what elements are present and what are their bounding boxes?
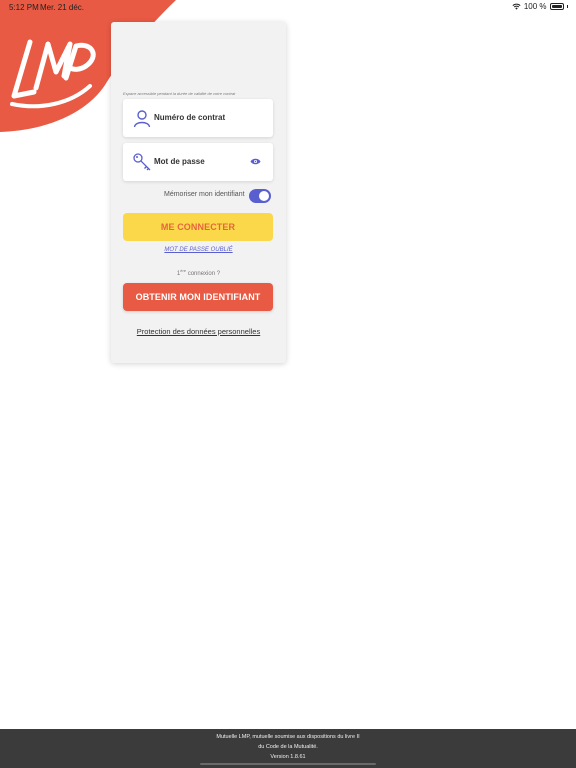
contract-number-label: Numéro de contrat [154, 113, 226, 122]
validity-hint: Espace accessible pendant la durée de va… [123, 91, 236, 96]
status-date: Mer. 21 déc. [40, 3, 85, 12]
status-time: 5:12 PM [9, 3, 39, 12]
home-indicator [200, 763, 376, 765]
obtain-identifier-button[interactable]: OBTENIR MON IDENTIFIANT [123, 283, 273, 311]
wifi-icon [512, 3, 521, 10]
footer-legal-line1: Mutuelle LMP, mutuelle soumise aux dispo… [216, 734, 360, 740]
login-card: Espace accessible pendant la durée de va… [111, 22, 286, 363]
key-icon [133, 153, 151, 171]
toggle-knob [259, 191, 269, 201]
battery-tip [566, 5, 568, 8]
battery-icon [549, 3, 564, 10]
user-icon [133, 110, 151, 128]
eye-icon[interactable] [250, 157, 261, 166]
first-connection-text: 1ère connexion ? [111, 268, 286, 277]
remember-toggle[interactable] [249, 189, 271, 203]
remember-label: Mémoriser mon identifiant [164, 191, 245, 198]
first-suffix: connexion ? [186, 271, 221, 277]
privacy-link[interactable]: Protection des données personnelles [111, 327, 286, 336]
footer-legal-line2: du Code de la Mutualité. [258, 744, 318, 750]
contract-number-field[interactable]: Numéro de contrat [123, 99, 273, 137]
battery-percent: 100 % [523, 2, 547, 11]
footer-version: Version 1.8.61 [270, 754, 306, 760]
password-label: Mot de passe [154, 157, 205, 166]
status-bar: 5:12 PM Mer. 21 déc. 100 % [0, 0, 576, 14]
password-field[interactable]: Mot de passe [123, 143, 273, 181]
forgot-password-link[interactable]: MOT DE PASSE OUBLIÉ [111, 247, 286, 253]
footer: Mutuelle LMP, mutuelle soumise aux dispo… [0, 729, 576, 768]
status-indicators: 100 % [512, 2, 568, 11]
connect-button[interactable]: ME CONNECTER [123, 213, 273, 241]
